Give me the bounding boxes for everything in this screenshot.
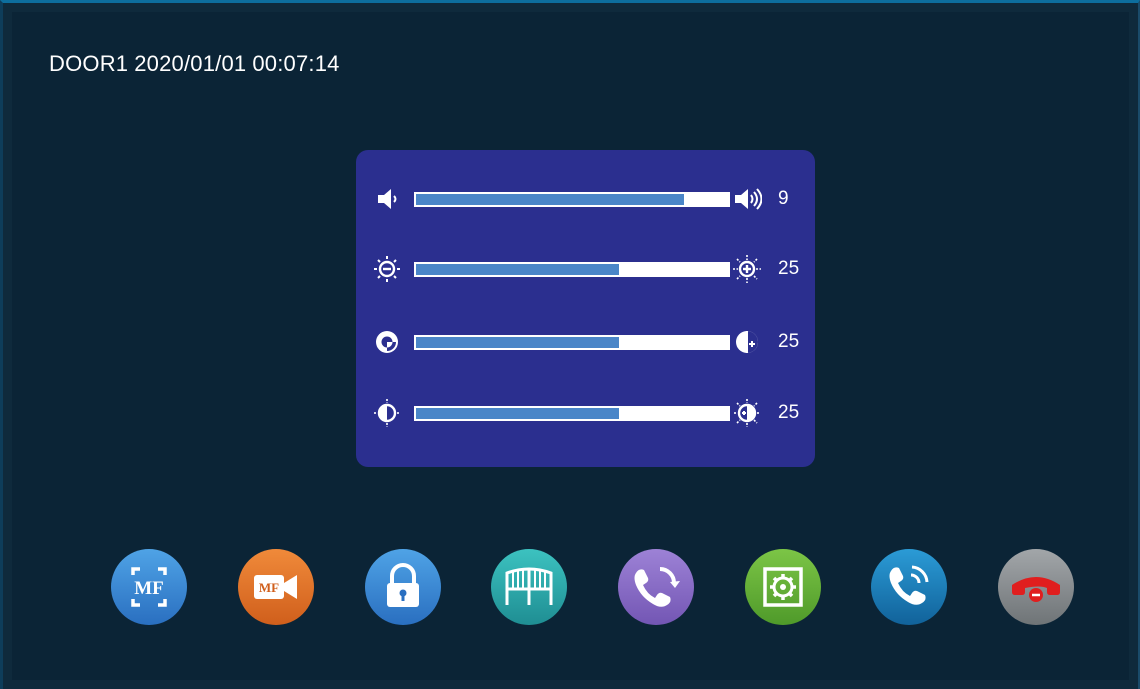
- brightness-row: 25: [356, 249, 815, 289]
- call-button[interactable]: [871, 549, 947, 625]
- color-up-icon[interactable]: [732, 399, 762, 427]
- color-slider-fill: [416, 408, 619, 419]
- color-value: 25: [778, 402, 800, 423]
- brightness-slider[interactable]: [414, 262, 730, 277]
- brightness-up-icon[interactable]: [732, 255, 762, 283]
- snapshot-mf-text: MF: [134, 578, 164, 599]
- time-label: 00:07:14: [252, 51, 340, 76]
- brightness-down-icon[interactable]: [372, 255, 402, 283]
- contrast-up-icon[interactable]: [732, 328, 762, 356]
- volume-row: 9: [356, 179, 815, 219]
- door-label: DOOR1: [49, 51, 129, 76]
- snapshot-button[interactable]: MF: [111, 549, 187, 625]
- color-down-icon[interactable]: [372, 399, 402, 427]
- lock-icon: [365, 549, 441, 625]
- contrast-value: 25: [778, 331, 800, 352]
- intercom-screen: DOOR1 2020/01/01 00:07:14 9 25 25 25 MF …: [0, 0, 1140, 689]
- volume-slider-fill: [416, 194, 685, 205]
- mf-video-icon: MF: [238, 549, 314, 625]
- brightness-slider-fill: [416, 264, 619, 275]
- call-transfer-icon: [618, 549, 694, 625]
- unlock-button[interactable]: [365, 549, 441, 625]
- volume-high-icon[interactable]: [732, 185, 762, 213]
- action-dock: MF MF: [3, 549, 1140, 629]
- color-row: 25: [356, 393, 815, 433]
- hangup-icon: [998, 549, 1074, 625]
- color-slider[interactable]: [414, 406, 730, 421]
- record-mf-text: MF: [259, 580, 279, 595]
- adjust-panel: 9 25 25 25: [356, 150, 815, 467]
- contrast-down-icon[interactable]: [372, 328, 402, 356]
- contrast-slider-fill: [416, 337, 619, 348]
- volume-low-icon[interactable]: [372, 185, 402, 213]
- date-label: 2020/01/01: [134, 51, 247, 76]
- brightness-value: 25: [778, 258, 800, 279]
- phone-call-icon: [871, 549, 947, 625]
- mf-capture-icon: MF: [111, 549, 187, 625]
- status-header: DOOR1 2020/01/01 00:07:14: [49, 51, 346, 77]
- transfer-call-button[interactable]: [618, 549, 694, 625]
- gate-icon: [491, 549, 567, 625]
- contrast-row: 25: [356, 322, 815, 362]
- record-button[interactable]: MF: [238, 549, 314, 625]
- settings-button[interactable]: [745, 549, 821, 625]
- settings-icon: [745, 549, 821, 625]
- volume-value: 9: [778, 188, 789, 209]
- hangup-button[interactable]: [998, 549, 1074, 625]
- volume-slider[interactable]: [414, 192, 730, 207]
- contrast-slider[interactable]: [414, 335, 730, 350]
- gate-button[interactable]: [491, 549, 567, 625]
